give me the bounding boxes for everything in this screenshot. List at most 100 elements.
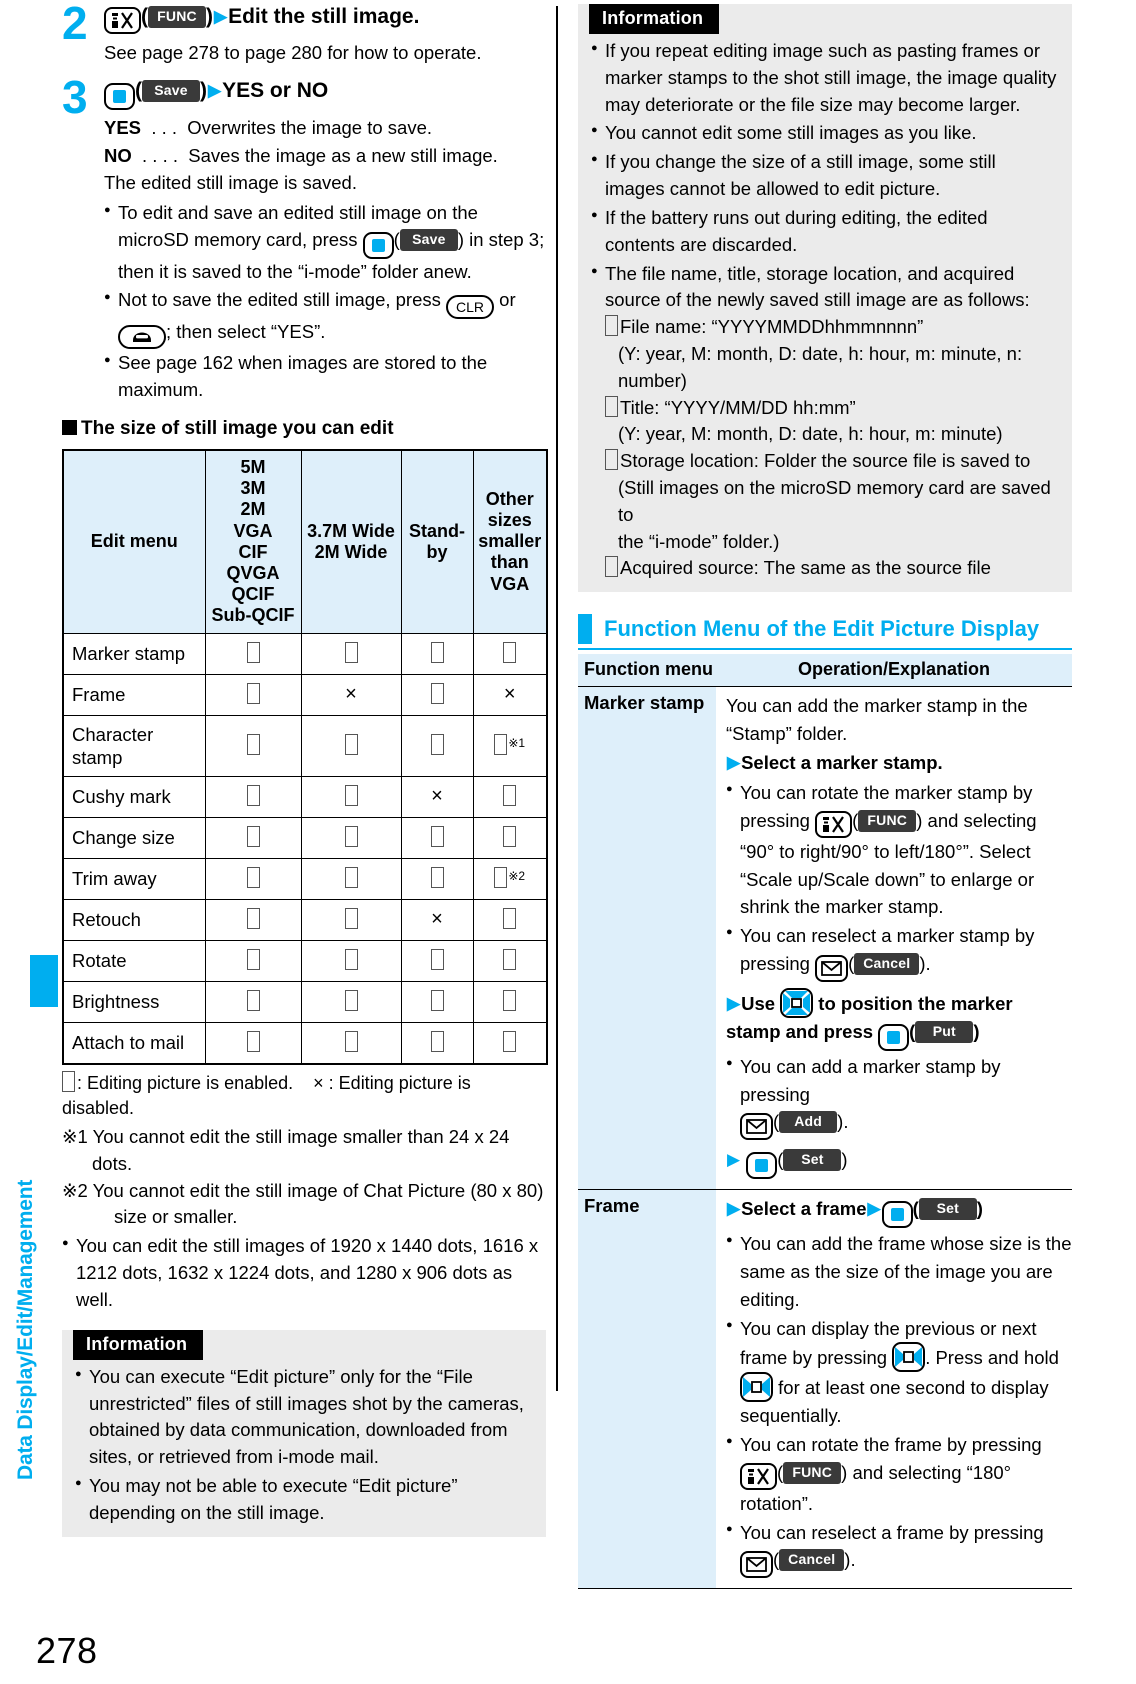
information-bullet: If you repeat editing image such as past… [591,38,1058,118]
information-sublines-right: File name: “YYYYMMDDhhmmnnnn” (Y: year, M… [578,314,1072,582]
enabled-mark-icon [430,734,444,756]
yes-dots: . . . [151,117,178,139]
enabled-cell [204,816,302,859]
enabled-cell [204,1021,302,1065]
enabled-cell [400,1021,474,1065]
arrow-icon: ▶ [727,1199,741,1219]
enabled-mark-icon [494,734,508,756]
table-row: Character stamp ※1 [62,714,548,777]
enabled-cell [400,816,474,859]
enabled-cell [300,980,402,1023]
list-marker-icon [605,449,618,471]
footnote-marker: ※1 [508,736,526,751]
clr-key-icon: CLR [446,294,495,319]
size-table-heading: The size of still image you can edit [62,418,546,440]
enabled-mark-icon [503,990,517,1012]
arrow-icon: ▶ [214,7,228,26]
enabled-cell [204,632,302,675]
information-bullet: If the battery runs out during editing, … [591,205,1058,259]
col-standby: Stand-by [400,449,474,634]
disabled-cell: × [300,673,402,716]
enabled-cell [400,857,474,900]
table-row: Retouch × [62,898,548,941]
step-3-number: 3 [62,71,88,124]
add-softkey-chip: Add [779,1111,838,1134]
step-3-yes-line: YES . . . Overwrites the image to save. [104,115,546,141]
enabled-mark-icon [246,683,260,705]
enabled-cell [472,632,548,675]
marker-intro: You can add the marker stamp in the “Sta… [726,694,1028,744]
enabled-mark-icon [246,949,260,971]
enabled-mark-icon [62,1070,75,1092]
col-function-menu: Function menu [578,653,716,687]
left-column: 2 (FUNC)▶Edit the still image. See page … [62,0,548,1537]
enabled-mark-icon [246,785,260,807]
information-bullet: You can execute “Edit picture” only for … [75,1364,532,1471]
edit-menu-cell: Character stamp [62,714,206,777]
enabled-cell [400,673,474,716]
table-row: Attach to mail [62,1021,548,1065]
information-bullets-left: You can execute “Edit picture” only for … [62,1364,546,1527]
enabled-mark-icon [503,949,517,971]
function-row-marker-stamp: Marker stamp You can add the marker stam… [578,686,1072,1190]
table-legend: : Editing picture is enabled. × : Editin… [62,1070,471,1119]
navigation-key-icon [780,987,814,1018]
enabled-mark-icon [503,785,517,807]
enabled-mark-icon [503,908,517,930]
enabled-cell [300,1021,402,1065]
enabled-mark-icon [503,1031,517,1053]
step-2-heading-text: Edit the still image. [228,5,420,28]
yes-desc: Overwrites the image to save. [187,117,433,139]
disabled-cell: × [400,898,474,941]
col-wide-sizes: 3.7M Wide 2M Wide [300,449,402,634]
enabled-cell: ※1 [472,714,548,777]
enabled-cell [204,898,302,941]
enabled-cell [472,980,548,1023]
enabled-mark-icon [344,990,358,1012]
information-subline-item: Acquired source: The same as the source … [578,555,1072,582]
bullet-add-marker: You can add a marker stamp by pressing (… [726,1053,1072,1141]
table-row: Trim away ※2 [62,857,548,900]
information-subline-item: Storage location: Folder the source file… [578,448,1072,475]
left-right-navigation-key-icon [892,1342,926,1373]
center-key-icon [746,1152,778,1180]
func-key-icon [104,7,141,34]
footnote-2-cont: size or smaller. [114,1206,238,1228]
information-subline-item: File name: “YYYYMMDDhhmmnnnn” [578,314,1072,341]
enabled-cell [300,816,402,859]
no-label: NO [104,144,132,166]
enabled-mark-icon [430,990,444,1012]
enabled-cell [400,939,474,982]
enabled-cell [400,980,474,1023]
edit-menu-cell: Rotate [62,939,206,982]
function-name-frame: Frame [578,1189,716,1590]
information-bullet: You may not be able to execute “Edit pic… [75,1473,532,1527]
enabled-cell [472,939,548,982]
bullet-frame-size: You can add the frame whose size is the … [726,1230,1072,1313]
enabled-cell: ※2 [472,857,548,900]
center-key-icon [104,83,135,111]
cancel-softkey-chip: Cancel [779,1549,845,1572]
func-key-icon [815,810,853,838]
enabled-mark-icon [430,949,444,971]
enabled-cell [204,714,302,777]
step-2-number: 2 [62,0,88,49]
func-key-icon [740,1462,777,1490]
manual-page: Data Display/Edit/Management 278 2 (FUNC… [0,0,1136,1684]
size-table: Edit menu 5M 3M 2M VGA CIF QVGA QCIF Sub-QCIF 3… [62,448,548,1065]
no-desc: Saves the image as a new still image. [188,144,498,166]
bullet-max-images: See page 162 when images are stored to t… [104,350,546,404]
function-detail-frame: ▶Select a frame▶(Set) You can add the fr… [716,1189,1072,1590]
enabled-mark-icon [246,826,260,848]
disabled-mark-icon: × [345,683,357,706]
function-menu-header-row: Function menu Operation/Explanation [578,653,1072,687]
function-name-marker-stamp: Marker stamp [578,686,716,1190]
size-table-header-row: Edit menu 5M 3M 2M VGA CIF QVGA QCIF Sub-QCIF 3… [62,449,548,634]
bullet-frame-prev-next: You can display the previous or next fra… [726,1315,1072,1431]
enabled-mark-icon [344,826,358,848]
enabled-mark-icon [246,734,260,756]
bullet-frame-reselect: You can reselect a frame by pressing (Ca… [726,1519,1072,1579]
information-box-left: Information You can execute “Edit pictur… [62,1329,546,1537]
frame-step-select: ▶Select a frame▶(Set) [726,1195,1072,1229]
table-row: Rotate [62,939,548,982]
